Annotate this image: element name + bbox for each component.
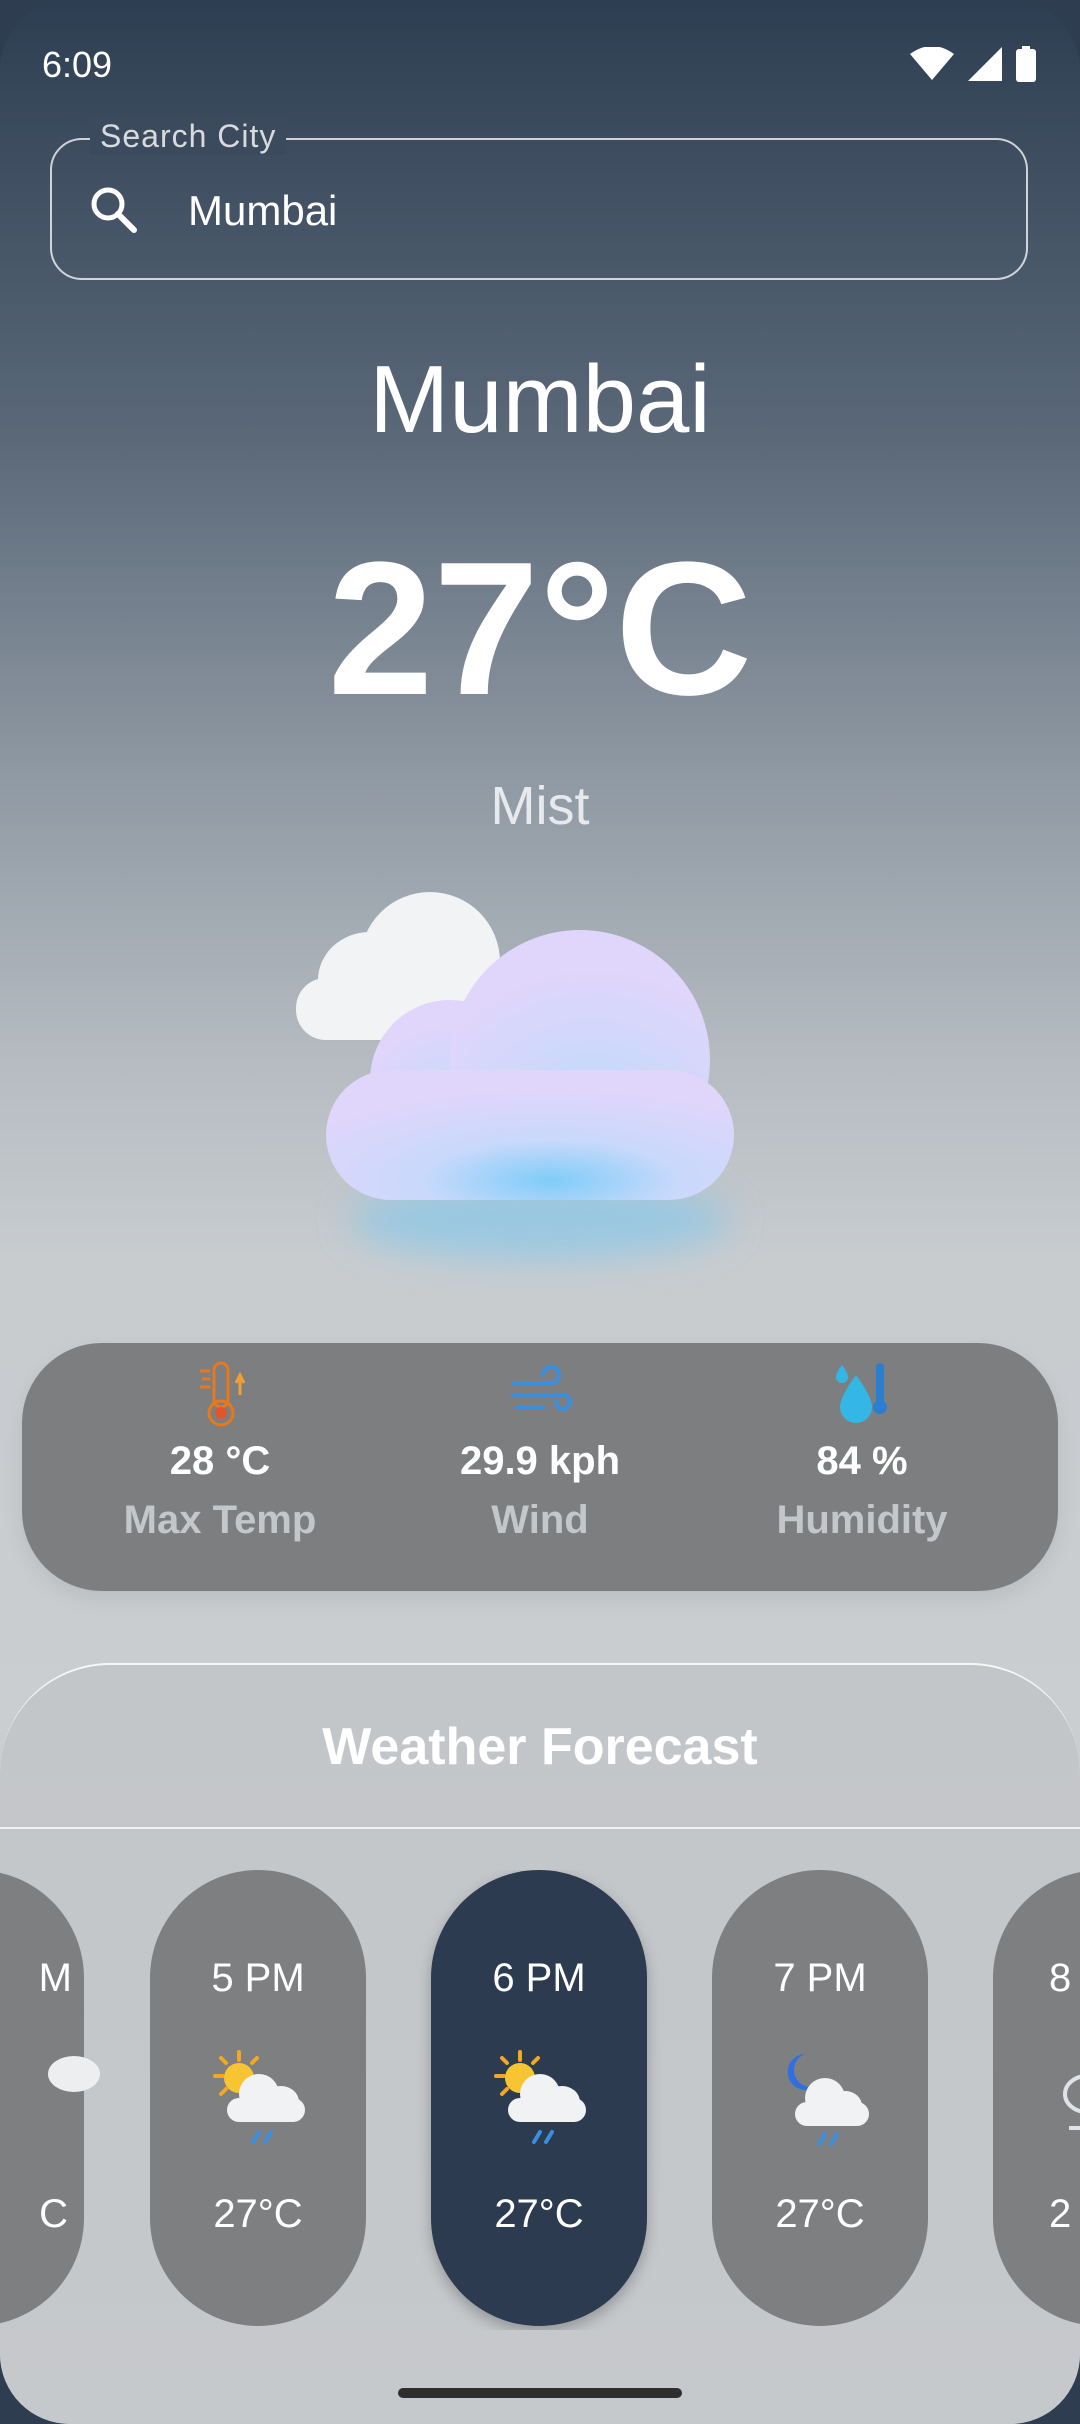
forecast-temp: 27°C: [213, 2192, 303, 2236]
forecast-temp: 27°C: [494, 2192, 584, 2236]
city-name: Mumbai: [369, 346, 711, 453]
moon-cloud-rain-icon: [765, 2046, 875, 2161]
battery-icon: [1016, 46, 1036, 87]
search-input[interactable]: [186, 176, 970, 246]
forecast-temp: C: [39, 2192, 68, 2236]
wind-icon: [390, 1361, 690, 1427]
cloud-icon: [44, 2046, 104, 2101]
humidity-icon: [712, 1361, 1012, 1427]
forecast-item[interactable]: 8 2: [993, 1870, 1080, 2326]
home-indicator[interactable]: [398, 2388, 682, 2398]
signal-icon: [968, 47, 1002, 86]
current-temperature: 27°C: [327, 523, 753, 735]
thermometer-icon: [70, 1361, 370, 1427]
hourly-forecast-list[interactable]: M C 5 PM 27°C 6 PM 27°C 7 PM 27°C 8 2: [0, 1870, 1080, 2330]
stat-humidity: 84 % Humidity: [712, 1361, 1012, 1543]
forecast-time: 7 PM: [773, 1956, 867, 2000]
forecast-item-selected[interactable]: 6 PM 27°C: [431, 1870, 647, 2326]
max-temp-value: 28 °C: [169, 1439, 271, 1483]
status-icons: [910, 46, 1036, 87]
forecast-item[interactable]: 5 PM 27°C: [150, 1870, 366, 2326]
humidity-label: Humidity: [776, 1498, 948, 1542]
max-temp-label: Max Temp: [123, 1498, 317, 1542]
status-time: 6:09: [42, 44, 113, 85]
search-icon: [88, 184, 140, 241]
sun-cloud-rain-icon: [203, 2046, 313, 2161]
wind-value: 29.9 kph: [459, 1439, 621, 1483]
forecast-temp: 27°C: [775, 2192, 865, 2236]
wifi-icon: [910, 46, 954, 86]
divider: [0, 1827, 1080, 1829]
wind-label: Wind: [491, 1498, 589, 1542]
stat-max-temp: 28 °C Max Temp: [70, 1361, 370, 1543]
forecast-item[interactable]: M C: [0, 1870, 100, 2326]
weather-stats-card: 28 °C Max Temp 29.9 kph Wind 84 % Humidi…: [22, 1343, 1058, 1591]
search-field[interactable]: Search City: [50, 118, 1028, 280]
forecast-time: M: [38, 1956, 72, 2000]
forecast-title: Weather Forecast: [322, 1718, 758, 1776]
search-label: Search City: [90, 118, 287, 155]
forecast-time: 8: [1049, 1956, 1072, 2000]
forecast-temp: 2: [1049, 2192, 1072, 2236]
forecast-time: 6 PM: [492, 1956, 586, 2000]
humidity-value: 84 %: [816, 1439, 908, 1483]
sun-cloud-rain-icon: [484, 2046, 594, 2161]
forecast-item[interactable]: 7 PM 27°C: [712, 1870, 928, 2326]
cloud-icon: [280, 880, 780, 1305]
stat-wind: 29.9 kph Wind: [390, 1361, 690, 1543]
forecast-time: 5 PM: [211, 1956, 305, 2000]
weather-condition: Mist: [490, 776, 590, 836]
cloud-icon: [1053, 2046, 1080, 2161]
weather-app-screen: 6:09 Search City Mumbai 27°C Mist: [0, 0, 1080, 2424]
